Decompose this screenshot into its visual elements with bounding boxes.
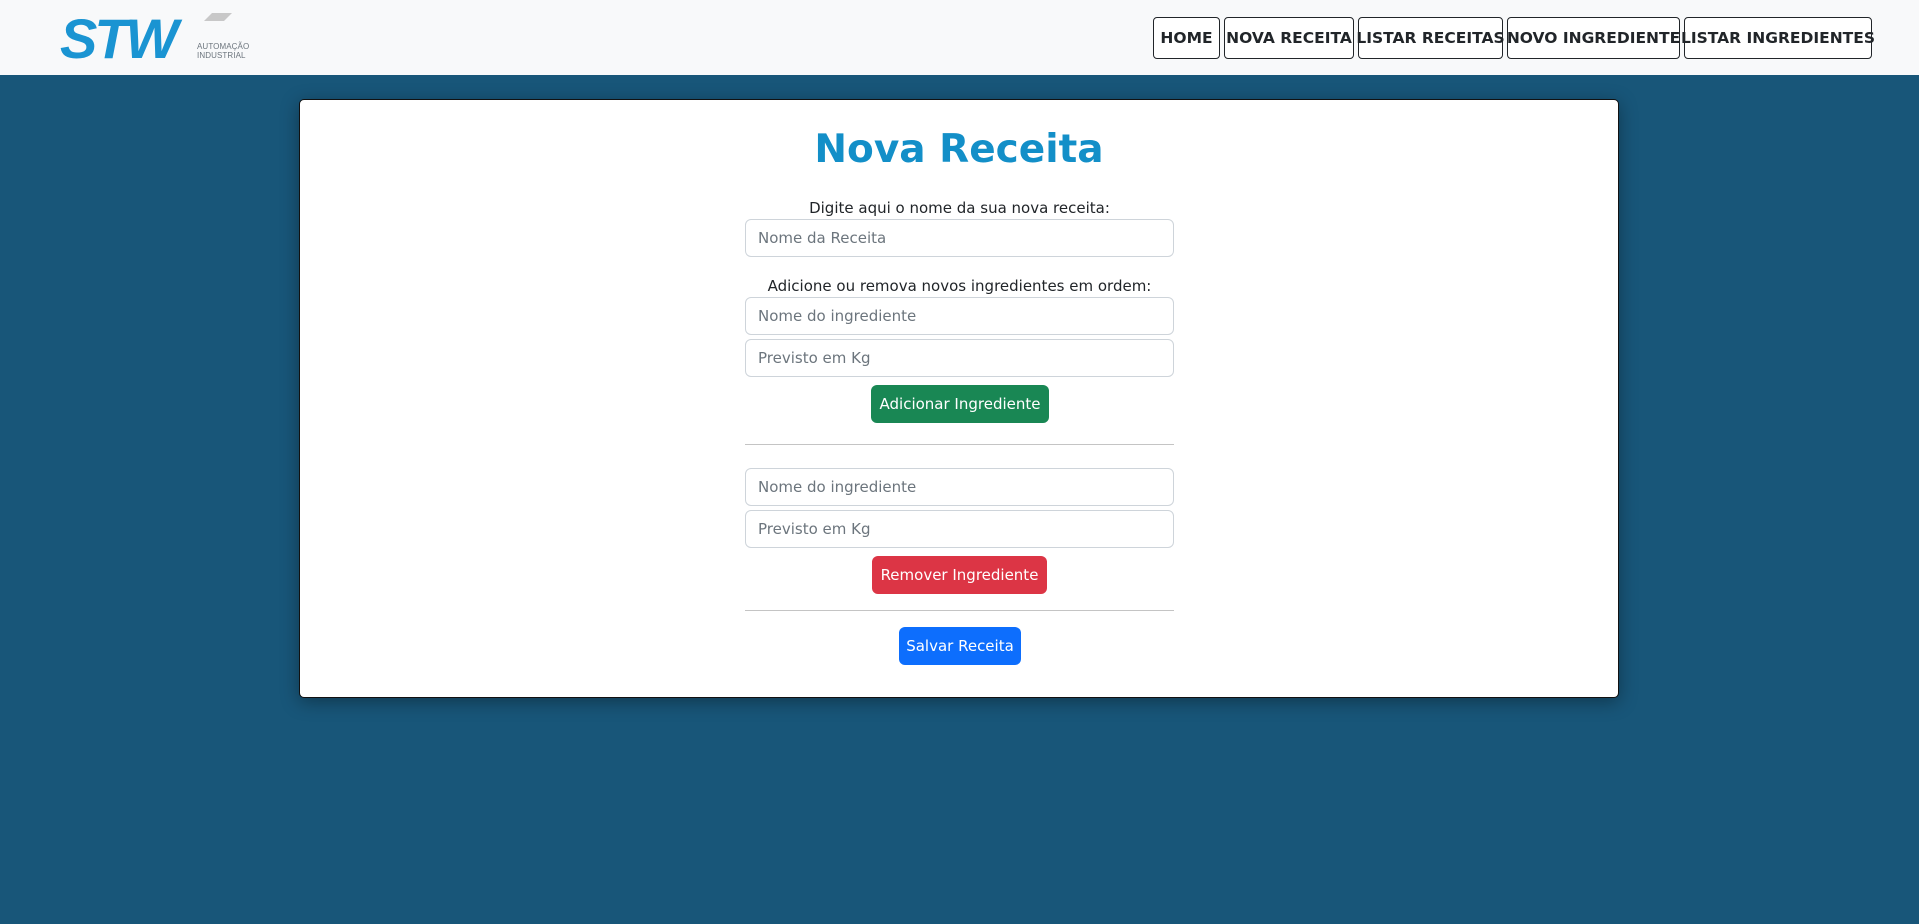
recipe-form-card: Nova Receita Digite aqui o nome da sua n… [299,99,1619,698]
logo-accent-stripe [204,13,232,21]
nav-links: HOME NOVA RECEITA LISTAR RECEITAS NOVO I… [1153,17,1875,59]
remove-ingredient-weight-input[interactable] [745,510,1174,548]
nav-listar-receitas-button[interactable]: LISTAR RECEITAS [1356,17,1505,59]
add-ingredient-name-input[interactable] [745,297,1174,335]
nav-home-button[interactable]: HOME [1153,17,1220,59]
navbar: STW AUTOMAÇÃO INDUSTRIAL HOME NOVA RECEI… [0,0,1919,75]
add-ingredient-button[interactable]: Adicionar Ingrediente [871,385,1049,423]
save-recipe-button[interactable]: Salvar Receita [899,627,1021,665]
logo-text: STW [60,11,183,65]
nav-nova-receita-button[interactable]: NOVA RECEITA [1224,17,1354,59]
recipe-name-label: Digite aqui o nome da sua nova receita: [809,199,1110,217]
nav-novo-ingrediente-button[interactable]: NOVO INGREDIENTE [1507,17,1680,59]
nav-listar-ingredientes-button[interactable]: LISTAR INGREDIENTES [1681,17,1875,59]
recipe-name-input[interactable] [745,219,1174,257]
logo-subtitle-line2: INDUSTRIAL [197,51,246,60]
section-divider [745,444,1174,445]
add-ingredient-weight-input[interactable] [745,339,1174,377]
remove-ingredient-button[interactable]: Remover Ingrediente [872,556,1047,594]
ingredients-label: Adicione ou remova novos ingredientes em… [767,277,1152,295]
remove-ingredient-name-input[interactable] [745,468,1174,506]
stw-logo[interactable]: STW AUTOMAÇÃO INDUSTRIAL [58,11,258,65]
section-divider [745,610,1174,611]
recipe-form: Digite aqui o nome da sua nova receita: … [745,100,1174,699]
